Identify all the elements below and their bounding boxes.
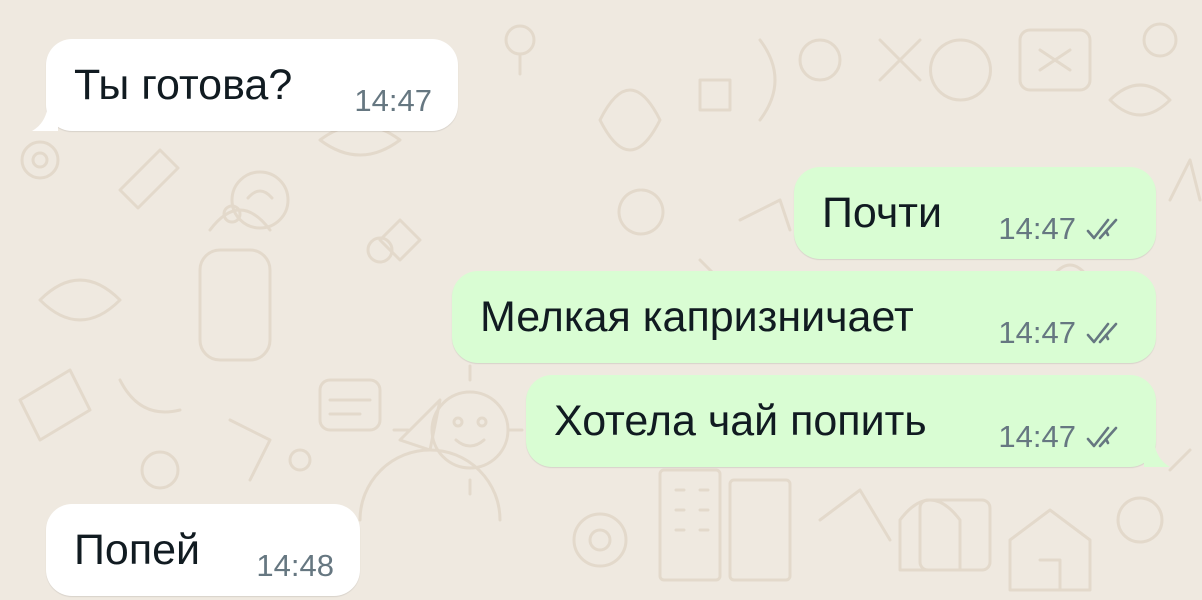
message-bubble-incoming[interactable]: Ты готова? 14:47 bbox=[32, 39, 458, 131]
double-check-icon bbox=[1086, 218, 1118, 240]
chat-view[interactable]: Ты готова? 14:47 Почти 14:47 Мелкая капр… bbox=[0, 0, 1202, 600]
double-check-icon bbox=[1086, 426, 1118, 448]
message-bubble-outgoing[interactable]: Хотела чай попить 14:47 bbox=[526, 375, 1170, 467]
message-bubble-outgoing[interactable]: Мелкая капризничает 14:47 bbox=[452, 271, 1156, 363]
message-text: Почти bbox=[822, 189, 942, 237]
message-text: Ты готова? bbox=[74, 61, 293, 109]
message-bubble-outgoing[interactable]: Почти 14:47 bbox=[794, 167, 1156, 259]
message-time: 14:48 bbox=[256, 548, 334, 583]
message-text: Мелкая капризничает bbox=[480, 293, 914, 341]
message-text: Попей bbox=[74, 526, 201, 574]
double-check-icon bbox=[1086, 322, 1118, 344]
bubble-tail bbox=[1144, 441, 1170, 467]
message-text: Хотела чай попить bbox=[554, 397, 927, 445]
message-time: 14:47 bbox=[998, 211, 1076, 246]
message-time: 14:47 bbox=[998, 315, 1076, 350]
message-bubble-incoming[interactable]: Попей 14:48 bbox=[46, 504, 360, 596]
bubble-tail bbox=[32, 105, 58, 131]
message-time: 14:47 bbox=[354, 83, 432, 118]
message-time: 14:47 bbox=[998, 419, 1076, 454]
